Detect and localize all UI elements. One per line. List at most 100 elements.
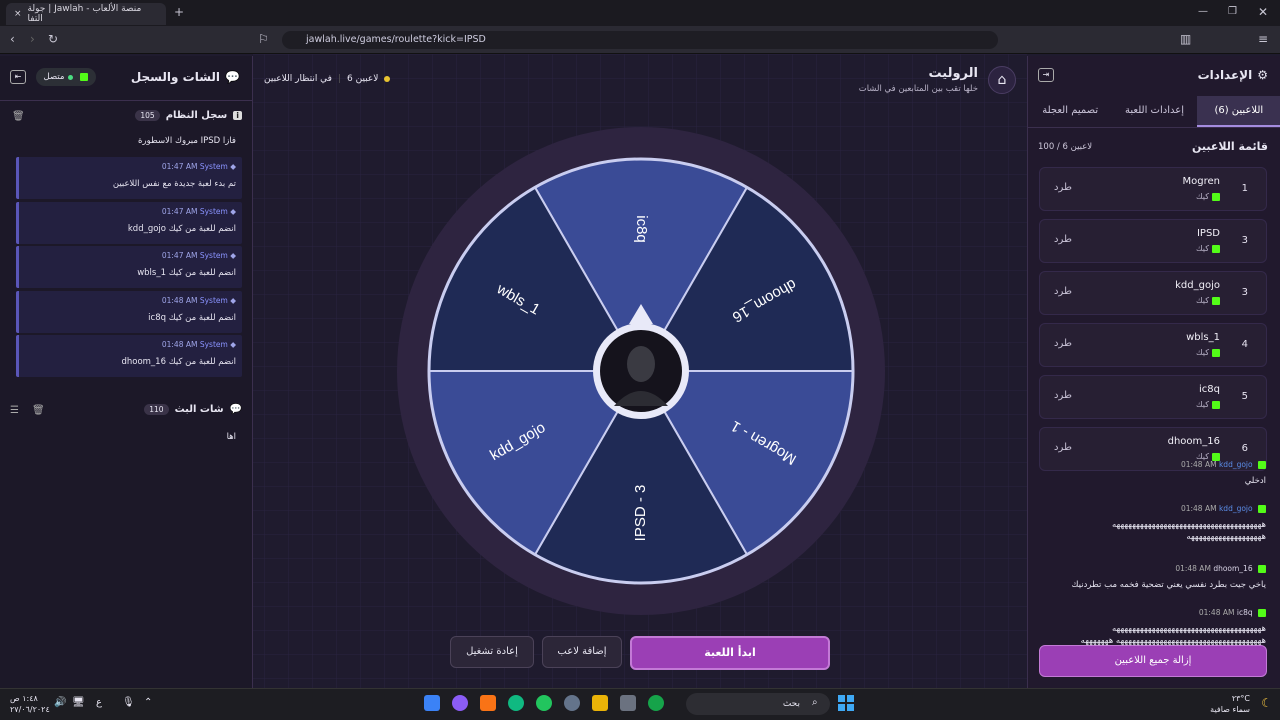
player-row: 3 kdd_gojo كيك طرد bbox=[1039, 271, 1267, 315]
kick-icon bbox=[80, 73, 89, 81]
player-name: kdd_gojo bbox=[1175, 280, 1220, 291]
discord-icon[interactable] bbox=[452, 695, 468, 711]
xbox-icon[interactable] bbox=[648, 695, 664, 711]
sidebar-icon[interactable]: ▥ bbox=[1180, 32, 1191, 46]
app-icon[interactable] bbox=[424, 695, 440, 711]
message-text: ic8q انضم للعبة من كيك bbox=[148, 312, 236, 323]
bot-icon: ◆ bbox=[230, 251, 236, 260]
maximize-icon[interactable]: ❐ bbox=[1228, 5, 1237, 19]
menu-icon[interactable]: ≡ bbox=[1258, 32, 1268, 46]
player-name: IPSD bbox=[1196, 228, 1220, 239]
start-game-button[interactable]: ابدأ اللعبة bbox=[630, 636, 830, 670]
expand-panel-icon[interactable]: ⇤ bbox=[10, 70, 26, 84]
forward-icon[interactable]: › bbox=[30, 32, 35, 46]
add-player-button[interactable]: إضافة لاعب bbox=[542, 636, 622, 668]
message-header: 01:48 AM kdd_gojo bbox=[1036, 460, 1266, 469]
start-menu-icon[interactable] bbox=[838, 695, 854, 711]
chat-bubble-icon: 💬 bbox=[225, 70, 240, 84]
kick-player-button[interactable]: طرد bbox=[1054, 234, 1072, 245]
message-header: 01:48 AM ic8q bbox=[1036, 608, 1266, 617]
bot-icon: ◆ bbox=[230, 206, 236, 216]
settings-panel: ⚙ الإعدادات ⇥ اللاعبين (6) إعدادات اللعب… bbox=[1027, 56, 1280, 688]
player-number: 6 bbox=[1241, 443, 1248, 454]
minimize-icon[interactable]: — bbox=[1198, 5, 1208, 19]
player-number: 3 bbox=[1241, 287, 1248, 298]
kick-icon bbox=[1258, 609, 1266, 617]
message-text: ههههههههههههههههههههههههههههههههههههههه … bbox=[1080, 624, 1266, 646]
microphone-icon[interactable]: 🎙 bbox=[122, 697, 135, 708]
home-icon[interactable]: ⌂ bbox=[988, 66, 1016, 94]
settings-header: ⚙ الإعدادات bbox=[1198, 68, 1268, 82]
close-window-icon[interactable]: ✕ bbox=[1258, 5, 1268, 19]
taskbar: بحث ⌕ ٢٣°C سماء صافية ☾ ١:٤٨ ص ٢٧/٠٦/٢٠٢… bbox=[0, 688, 1280, 720]
player-platform: كيك bbox=[1196, 348, 1220, 357]
player-number: 3 bbox=[1241, 235, 1248, 246]
player-platform: كيك bbox=[1196, 400, 1220, 409]
system-message: 01:48 AM System ◆ dhoom_16 انضم للعبة من… bbox=[16, 335, 242, 377]
message-text: تم بدء لعبة جديدة مع نفس اللاعبين bbox=[112, 179, 236, 189]
bookmark-icon[interactable]: ⚐ bbox=[258, 32, 269, 46]
message-text: kdd_gojo انضم للعبة من كيك bbox=[127, 223, 236, 234]
tab-wheel-design[interactable]: تصميم العجلة bbox=[1028, 96, 1112, 127]
player-number: 5 bbox=[1241, 391, 1248, 402]
bot-icon: ◆ bbox=[230, 340, 236, 349]
weather-widget[interactable]: ٢٣°C سماء صافية bbox=[1210, 693, 1250, 715]
reload-icon[interactable]: ↻ bbox=[48, 32, 58, 46]
kick-player-button[interactable]: طرد bbox=[1054, 286, 1072, 297]
message-header: 01:48 AM System ◆ bbox=[161, 295, 236, 305]
remove-all-players-button[interactable]: إزالة جميع اللاعبين bbox=[1039, 645, 1267, 677]
kick-icon bbox=[1258, 505, 1266, 513]
chat-title: الشات والسجل bbox=[130, 70, 221, 84]
time: ١:٤٨ ص bbox=[10, 694, 38, 703]
volume-icon[interactable]: 🔊 bbox=[54, 697, 66, 708]
settings-tabs: اللاعبين (6) إعدادات اللعبة تصميم العجلة bbox=[1028, 96, 1280, 128]
network-icon[interactable]: 🖥 bbox=[72, 697, 85, 708]
chrome-icon[interactable] bbox=[536, 695, 552, 711]
taskbar-search[interactable]: بحث bbox=[686, 693, 830, 715]
store-icon[interactable] bbox=[620, 695, 636, 711]
kick-player-button[interactable]: طرد bbox=[1054, 390, 1072, 401]
gear-icon: ⚙ bbox=[1257, 68, 1268, 82]
filter-icon[interactable]: ☰ bbox=[10, 405, 19, 416]
divider bbox=[0, 100, 253, 101]
system-message: 01:47 AM System ◆ kdd_gojo انضم للعبة من… bbox=[16, 201, 242, 244]
message-header: 01:47 AM System ◆ bbox=[161, 162, 236, 171]
player-name: Mogren bbox=[1182, 176, 1220, 187]
player-row: 5 ic8q كيك طرد bbox=[1039, 375, 1267, 419]
kick-player-button[interactable]: طرد bbox=[1054, 442, 1072, 453]
url-field[interactable]: jawlah.live/games/roulette?kick=IPSD bbox=[282, 31, 998, 49]
kick-player-button[interactable]: طرد bbox=[1054, 182, 1072, 193]
roulette-wheel[interactable]: ic8qdhoom_16Mogren - 1IPSD - 3kdd_gojowb… bbox=[396, 126, 886, 616]
kick-icon bbox=[1212, 192, 1220, 201]
browser-tab[interactable]: × جولة | Jawlah - منصة الألعاب التفا bbox=[6, 3, 166, 25]
tab-players[interactable]: اللاعبين (6) bbox=[1196, 96, 1280, 127]
app-icon[interactable] bbox=[508, 695, 524, 711]
restart-button[interactable]: إعادة تشغيل bbox=[450, 636, 534, 668]
system-log-header: i سجل النظام 105 bbox=[135, 110, 242, 121]
kick-player-button[interactable]: طرد bbox=[1054, 338, 1072, 349]
weather-temp: ٢٣°C bbox=[1231, 694, 1250, 703]
close-tab-icon[interactable]: × bbox=[14, 9, 22, 19]
folder-icon[interactable] bbox=[592, 695, 608, 711]
kick-icon bbox=[1212, 400, 1220, 409]
trash-icon[interactable]: 🗑 bbox=[12, 111, 25, 122]
chevron-up-icon[interactable]: ⌃ bbox=[144, 697, 152, 708]
steam-icon[interactable] bbox=[564, 695, 580, 711]
back-icon[interactable]: ‹ bbox=[10, 32, 15, 46]
status-dot bbox=[384, 76, 391, 82]
trash-icon[interactable]: 🗑 bbox=[32, 405, 45, 416]
chat-message: 01:48 AM dhoom_16 ياخي جيت بطرد نفسي يعن… bbox=[1036, 564, 1266, 591]
message-header: 01:47 AM System ◆ bbox=[161, 251, 236, 260]
player-number: 1 bbox=[1241, 183, 1248, 194]
brave-icon[interactable] bbox=[480, 695, 496, 711]
language-indicator[interactable]: ع bbox=[96, 697, 102, 708]
new-tab-icon[interactable]: + bbox=[174, 5, 184, 19]
tab-game-settings[interactable]: إعدادات اللعبة bbox=[1112, 96, 1196, 127]
connected-label: متصل bbox=[43, 72, 65, 82]
clock[interactable]: ١:٤٨ ص ٢٧/٠٦/٢٠٢٤ bbox=[10, 693, 50, 715]
system-log-title: سجل النظام bbox=[165, 110, 228, 121]
bot-icon: ◆ bbox=[230, 295, 236, 305]
page-title: الروليت bbox=[928, 66, 978, 81]
collapse-panel-icon[interactable]: ⇥ bbox=[1038, 68, 1054, 82]
search-icon: ⌕ bbox=[812, 697, 818, 708]
